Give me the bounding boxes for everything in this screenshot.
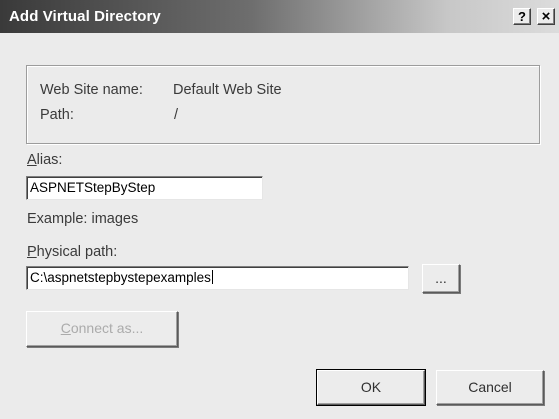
close-icon[interactable]: × [537, 8, 555, 25]
physical-path-label-accelerator: P [27, 244, 37, 260]
alias-label-accelerator: A [27, 152, 37, 168]
text-caret [211, 270, 213, 284]
path-value: / [174, 107, 179, 123]
connect-as-button[interactable]: Connect as... [26, 311, 178, 347]
alias-label-text: lias: [36, 152, 63, 168]
physical-path-input[interactable]: C:\aspnetstepbystepexamples [26, 266, 409, 290]
alias-input[interactable]: ASPNETStepByStep [26, 176, 263, 200]
connect-as-label: onnect as... [70, 320, 144, 336]
site-info-group [26, 65, 540, 144]
add-virtual-directory-dialog: Add Virtual Directory ? × Web Site name:… [0, 0, 559, 419]
path-label: Path: [40, 107, 74, 123]
site-name-label: Web Site name: [40, 82, 143, 98]
alias-example-text: Example: images [27, 211, 139, 227]
physical-path-label-text: hysical path: [36, 244, 118, 260]
ok-button[interactable]: OK [316, 369, 426, 406]
dialog-title: Add Virtual Directory [9, 8, 161, 25]
physical-path-input-value: C:\aspnetstepbystepexamples [30, 270, 211, 285]
physical-path-label: Physical path: [27, 244, 117, 260]
browse-button[interactable]: ... [422, 264, 460, 293]
alias-input-value: ASPNETStepByStep [30, 180, 156, 195]
title-bar[interactable]: Add Virtual Directory ? × [0, 0, 559, 33]
help-icon[interactable]: ? [513, 8, 531, 25]
connect-as-accelerator: C [60, 320, 71, 336]
cancel-button[interactable]: Cancel [436, 370, 544, 405]
site-name-value: Default Web Site [173, 82, 282, 98]
alias-label: Alias: [27, 152, 62, 168]
